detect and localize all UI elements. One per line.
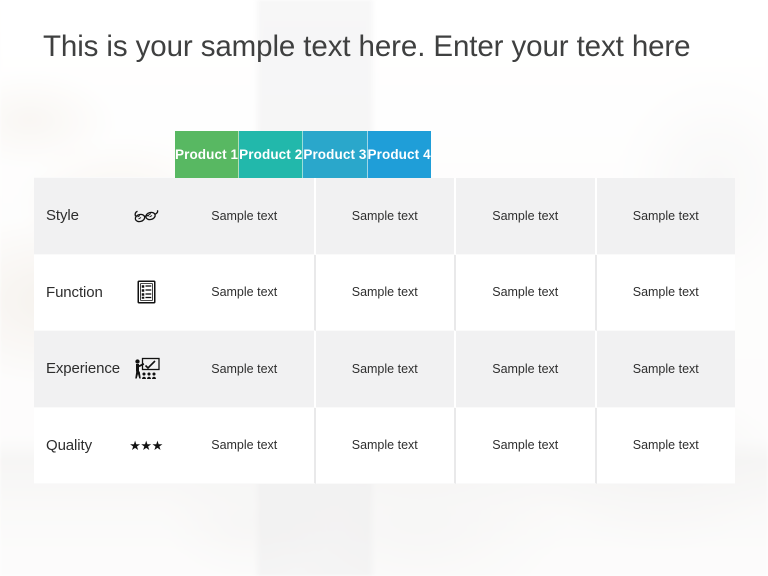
table-cell[interactable]: Sample text [596,407,735,484]
table-cell[interactable]: Sample text [175,178,316,255]
glasses-icon [131,201,161,231]
table-cell[interactable]: Sample text [596,331,735,408]
row-label-text: Function [46,283,103,301]
table-row: Style Sample text Sample text Sample tex… [34,178,735,255]
row-label-text: Experience [46,360,121,378]
table-cell[interactable]: Sample text [175,254,316,331]
presentation-training-icon [131,354,161,384]
row-label-text: Style [46,207,79,225]
table-corner-cell [34,131,175,178]
table-cell[interactable]: Sample text [596,254,735,331]
column-header-label: Product 2 [239,147,303,162]
table-header-row: Product 1 Product 2 Product 3 Product 4 [34,131,735,178]
table-cell[interactable]: Sample text [456,407,597,484]
row-label-cell-style[interactable]: Style [34,178,175,255]
table-cell[interactable]: Sample text [596,178,735,255]
table-row: Quality ★★★ Sample text Sample text Samp… [34,407,735,484]
page-title: This is your sample text here. Enter you… [43,30,691,63]
column-header-product-4[interactable]: Product 4 [367,131,431,178]
row-label-text: Quality [46,436,92,454]
row-label-cell-function[interactable]: Function [34,254,175,331]
table-cell[interactable]: Sample text [315,407,456,484]
column-header-product-3[interactable]: Product 3 [303,131,368,178]
column-header-label: Product 3 [303,147,367,162]
table-cell[interactable]: Sample text [456,331,597,408]
table-cell[interactable]: Sample text [456,254,597,331]
table-cell[interactable]: Sample text [175,331,316,408]
comparison-table: Product 1 Product 2 Product 3 Product 4 … [34,131,735,484]
table-cell[interactable]: Sample text [175,407,316,484]
column-header-label: Product 4 [367,147,431,162]
column-header-product-1[interactable]: Product 1 [175,131,240,178]
column-header-label: Product 1 [175,147,239,162]
three-stars-icon: ★★★ [129,430,163,460]
table-cell[interactable]: Sample text [315,331,456,408]
row-label-cell-experience[interactable]: Experience [34,331,175,408]
table-cell[interactable]: Sample text [315,254,456,331]
checklist-icon [131,277,161,307]
table-row: Function Sample text Sample text Sample … [34,254,735,331]
column-header-product-2[interactable]: Product 2 [239,131,304,178]
slide-canvas: This is your sample text here. Enter you… [0,0,768,576]
table-cell[interactable]: Sample text [456,178,597,255]
table-row: Experience Sample text Sample text Sampl… [34,331,735,408]
row-label-cell-quality[interactable]: Quality ★★★ [34,407,175,484]
table-cell[interactable]: Sample text [315,178,456,255]
three-stars-glyphs: ★★★ [129,437,163,453]
